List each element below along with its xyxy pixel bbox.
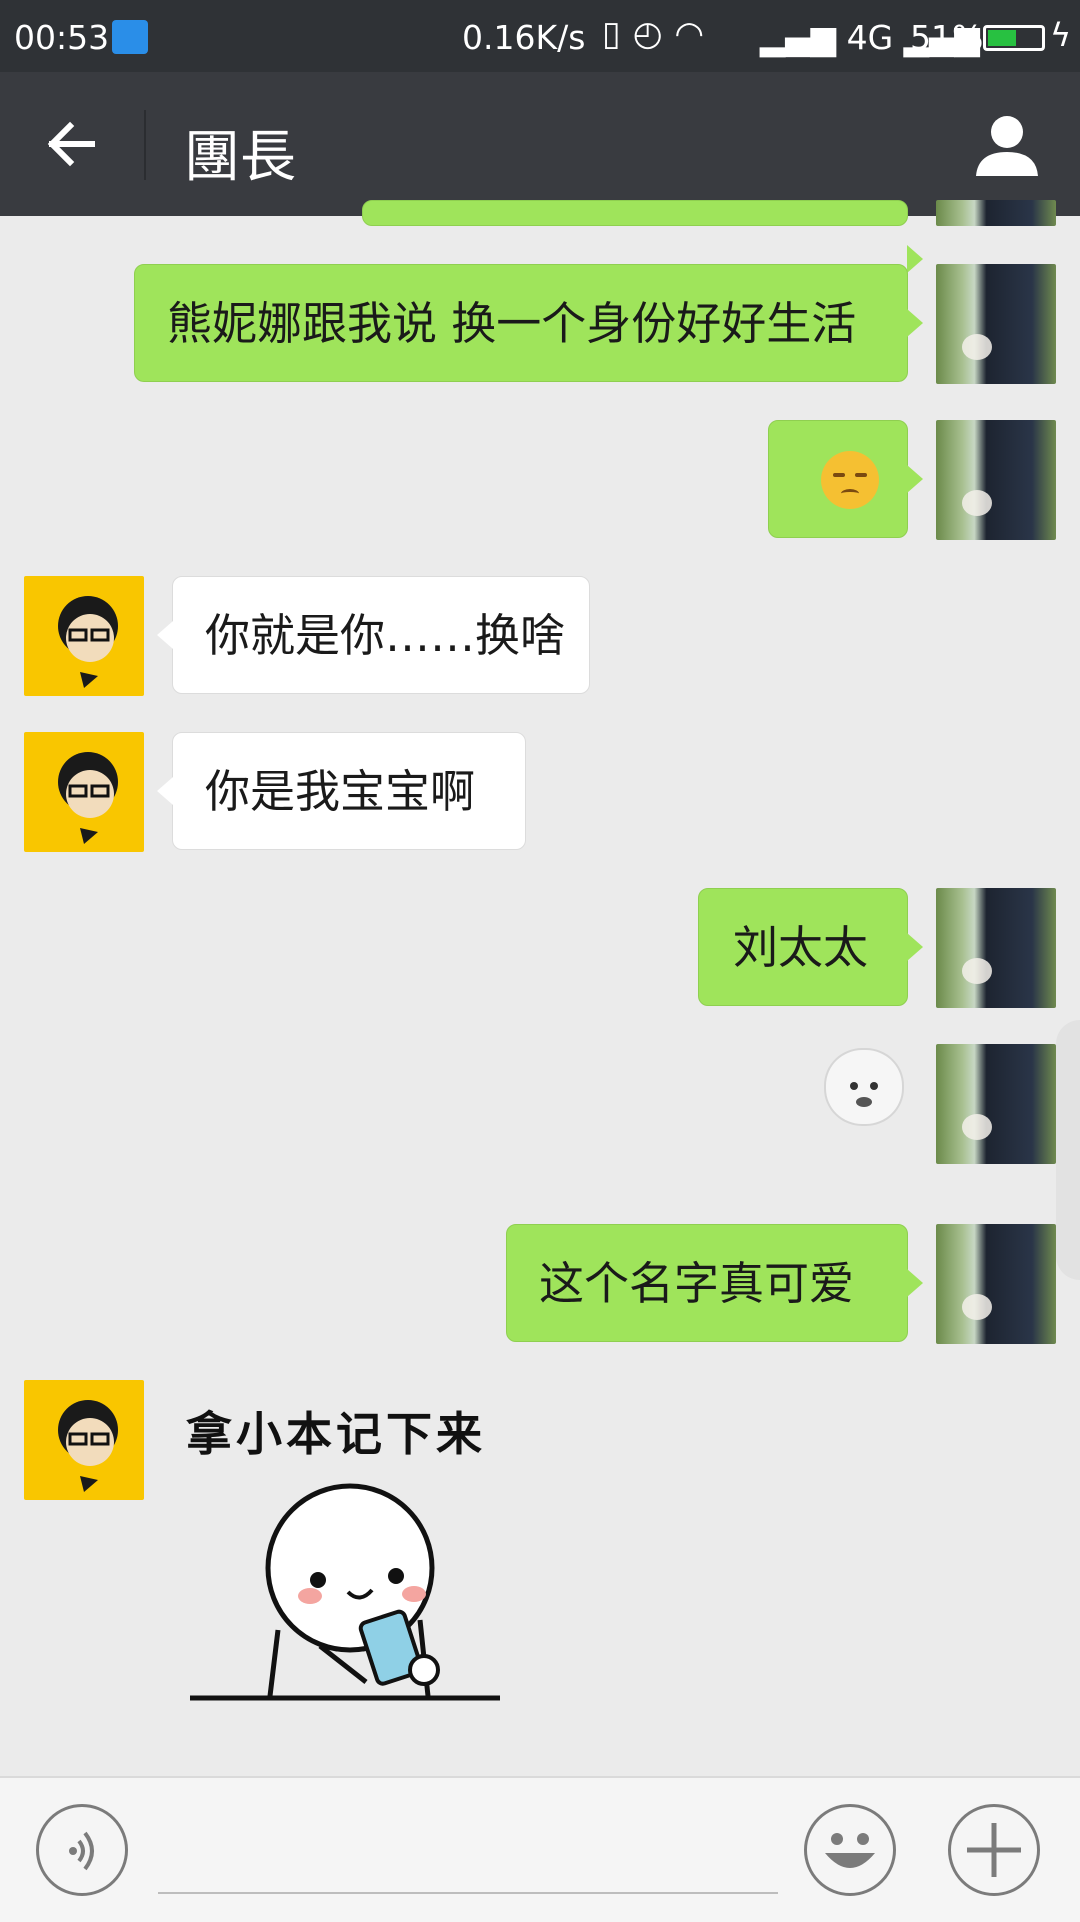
- voice-icon[interactable]: [36, 1804, 128, 1896]
- message-text: 你是我宝宝啊: [205, 765, 476, 818]
- message-input[interactable]: [158, 1892, 778, 1894]
- message-bubble[interactable]: 刘太太: [698, 888, 923, 1006]
- chat-header: 團長: [0, 72, 1080, 216]
- vibrate-icon: ▯: [602, 14, 633, 54]
- message-text: 熊妮娜跟我说 换一个身份好好生活: [167, 297, 857, 350]
- header-divider: [144, 110, 146, 180]
- battery-icon: [983, 25, 1045, 51]
- message-bubble[interactable]: [362, 200, 923, 273]
- sticker-caption: 拿小本记下来: [186, 1407, 486, 1461]
- avatar[interactable]: [24, 1380, 144, 1500]
- back-arrow-icon[interactable]: [42, 114, 102, 174]
- pensive-face-icon: [821, 451, 879, 509]
- message-text: 这个名字真可爱: [539, 1257, 855, 1310]
- input-bar: [0, 1776, 1080, 1922]
- status-time: 00:53: [14, 18, 110, 57]
- battery-percent: 51%: [910, 18, 984, 57]
- status-bar: 00:53 0.16K/s ▯◴◠ ▂▄▆ 4G ▂▄▆ 51% ϟ: [0, 0, 1080, 72]
- battery-app-icon: [112, 20, 148, 54]
- smiley-icon[interactable]: [804, 1804, 896, 1896]
- status-icons: ▯◴◠: [602, 14, 716, 54]
- avatar[interactable]: [936, 200, 1056, 226]
- avatar[interactable]: [936, 1044, 1056, 1164]
- avatar[interactable]: [24, 732, 144, 852]
- plus-icon[interactable]: [948, 1804, 1040, 1896]
- alarm-icon: ◴: [632, 14, 675, 54]
- message-text: 刘太太: [733, 921, 869, 974]
- charging-icon: ϟ: [1050, 16, 1072, 54]
- avatar[interactable]: [24, 576, 144, 696]
- message-text: 你就是你……换啥: [205, 609, 566, 662]
- avatar[interactable]: [936, 1224, 1056, 1344]
- round-face-sticker[interactable]: [824, 1048, 904, 1126]
- message-bubble[interactable]: [768, 420, 923, 538]
- avatar[interactable]: [936, 888, 1056, 1008]
- note-taking-sticker[interactable]: 拿小本记下来: [170, 1390, 530, 1730]
- net-speed: 0.16K/s: [462, 18, 586, 57]
- avatar[interactable]: [936, 420, 1056, 540]
- message-bubble[interactable]: 你是我宝宝啊: [157, 732, 526, 850]
- message-bubble[interactable]: 熊妮娜跟我说 换一个身份好好生活: [134, 264, 923, 382]
- side-pull-handle[interactable]: [1056, 1020, 1080, 1280]
- chat-title: 團長: [184, 125, 296, 190]
- wifi-icon: ◠: [674, 14, 717, 54]
- person-icon[interactable]: [972, 110, 1042, 180]
- message-bubble[interactable]: 你就是你……换啥: [157, 576, 590, 694]
- avatar[interactable]: [936, 264, 1056, 384]
- message-bubble[interactable]: 这个名字真可爱: [506, 1224, 923, 1342]
